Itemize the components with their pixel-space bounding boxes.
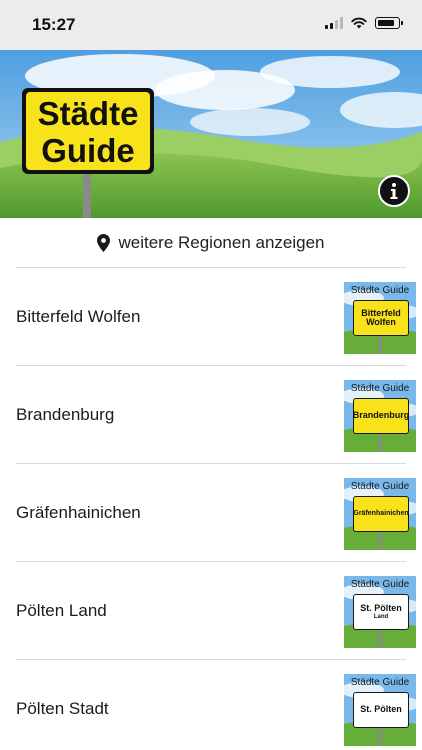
cellular-signal-icon: [325, 17, 343, 29]
city-thumbnail: Städte Guide Bitterfeld Wolfen: [344, 282, 416, 354]
thumbnail-header: Städte Guide: [350, 481, 410, 492]
banner-sign-line2: Guide: [41, 132, 135, 169]
battery-icon: [375, 17, 403, 29]
city-name: Gräfenhainichen: [16, 503, 141, 522]
wifi-icon: [351, 17, 367, 29]
info-button[interactable]: [378, 175, 410, 207]
thumbnail-town-sign: Brandenburg: [353, 398, 409, 434]
header-banner: Städte Guide: [0, 50, 422, 218]
city-list-item[interactable]: Gräfenhainichen Städte Guide Gräfenhainich…: [16, 463, 416, 561]
city-thumbnail: Städte Guide St. Pölten Land: [344, 576, 416, 648]
city-list-item[interactable]: Bitterfeld Wolfen Städte Guide Bitterfeld W…: [16, 267, 416, 365]
thumbnail-sign-text: Wolfen: [366, 317, 396, 327]
more-regions-button[interactable]: weitere Regionen anzeigen: [0, 218, 422, 267]
location-pin-icon: [97, 233, 111, 252]
city-list-item[interactable]: Brandenburg Städte Guide Brandenburg: [16, 365, 416, 463]
status-icons: [325, 17, 403, 29]
more-regions-label: weitere Regionen anzeigen: [118, 232, 325, 252]
info-icon: [390, 183, 398, 199]
status-time: 15:27: [32, 15, 76, 34]
thumbnail-header: Städte Guide: [350, 285, 410, 296]
city-thumbnail: Städte Guide Gräfenhainichen: [344, 478, 416, 550]
thumbnail-header: Städte Guide: [350, 579, 410, 590]
city-list-item[interactable]: Pölten Stadt Städte Guide St. Pölten: [16, 659, 416, 750]
thumbnail-sign-text: Brandenburg: [352, 410, 410, 421]
city-list-item[interactable]: Pölten Land Städte Guide St. Pölten Land: [16, 561, 416, 659]
thumbnail-header: Städte Guide: [350, 383, 410, 394]
city-name: Brandenburg: [16, 405, 115, 424]
thumbnail-town-sign: St. Pölten: [353, 692, 409, 728]
city-name: Bitterfeld Wolfen: [16, 307, 141, 326]
city-name: Pölten Stadt: [16, 699, 109, 718]
thumbnail-header: Städte Guide: [350, 677, 410, 688]
thumbnail-sign-text: St. Pölten: [360, 603, 402, 614]
city-thumbnail: Städte Guide Brandenburg: [344, 380, 416, 452]
thumbnail-town-sign: St. Pölten Land: [353, 594, 409, 630]
city-list: Bitterfeld Wolfen Städte Guide Bitterfeld W…: [0, 267, 422, 750]
thumbnail-sign-subtext: Land: [373, 613, 389, 620]
thumbnail-town-sign: Gräfenhainichen: [353, 496, 409, 532]
thumbnail-town-sign: Bitterfeld Wolfen: [353, 300, 409, 336]
city-name: Pölten Land: [16, 601, 107, 620]
status-bar: 15:27: [0, 0, 422, 50]
city-thumbnail: Städte Guide St. Pölten: [344, 674, 416, 746]
banner-sign-line1: Städte: [37, 95, 139, 132]
thumbnail-sign-text: St. Pölten: [360, 704, 402, 715]
thumbnail-sign-text: Gräfenhainichen: [353, 510, 409, 518]
